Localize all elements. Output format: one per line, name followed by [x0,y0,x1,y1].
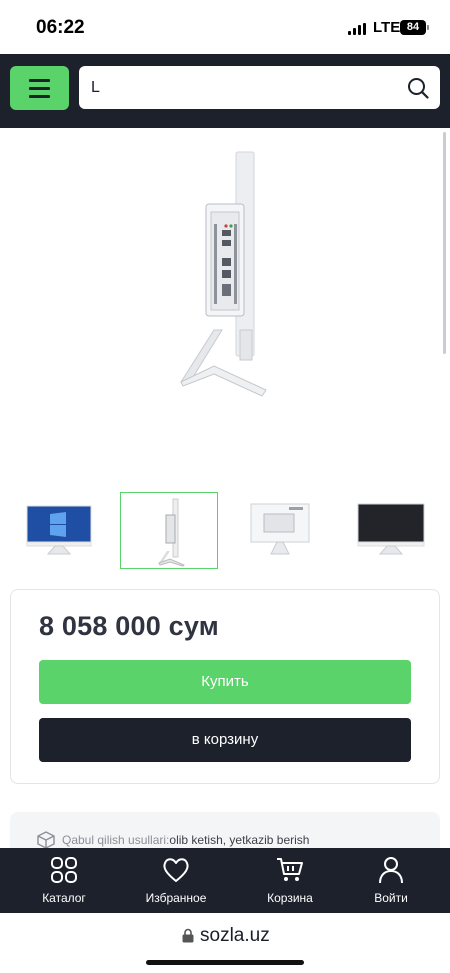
menu-button[interactable] [10,66,69,110]
bottom-navigation: Каталог Избранное Корзина Войти [0,848,450,913]
home-indicator[interactable] [146,960,304,965]
product-main-image[interactable] [0,128,450,488]
network-label: LTE [373,19,401,36]
hamburger-icon-line [29,95,50,98]
monitor-front-image [26,505,92,555]
nav-label: Каталог [42,891,86,905]
nav-label: Избранное [145,891,207,905]
lock-icon [182,928,194,943]
image-scrollbar[interactable] [443,132,446,354]
thumbnail-back-view[interactable] [231,492,329,569]
status-bar: 06:22 LTE 84 [0,0,450,54]
search-box [79,66,440,109]
thumbnail-strip [0,492,450,570]
nav-item-favorites[interactable]: Избранное [121,848,231,913]
add-to-cart-button[interactable]: в корзину [39,718,411,762]
thumbnail-front-windows[interactable] [10,492,108,569]
site-header [0,54,450,128]
battery-tip [427,25,429,30]
battery-icon: 84 [400,20,426,35]
monitor-side-view-image [180,151,267,397]
search-input[interactable] [91,66,391,109]
product-price: 8 058 000 сум [39,611,219,641]
hamburger-icon-line [29,87,50,90]
price-card: 8 058 000 сум Купить в корзину [10,589,440,784]
thumbnail-front-dark[interactable] [342,492,440,569]
cart-icon [277,858,303,881]
grid-icon [51,857,77,883]
nav-item-login[interactable]: Войти [336,848,446,913]
signal-icon [348,23,368,35]
nav-item-catalog[interactable]: Каталог [9,848,119,913]
url-text: sozla.uz [200,925,270,946]
buy-button[interactable]: Купить [39,660,411,704]
box-icon [37,831,55,849]
delivery-methods: Qabul qilish usullari:olib ketish, yetka… [62,833,309,847]
delivery-label: Qabul qilish usullari: [62,833,170,847]
thumbnail-side-view[interactable] [120,492,218,569]
delivery-value: olib ketish, yetkazib berish [169,833,310,847]
monitor-back-image [250,503,310,555]
nav-item-cart[interactable]: Корзина [235,848,345,913]
browser-address-bar[interactable]: sozla.uz [0,913,450,973]
user-icon [379,857,403,884]
monitor-dark-image [357,503,425,555]
hamburger-icon [29,79,50,82]
heart-icon [163,858,189,882]
nav-label: Войти [374,891,408,905]
monitor-side-thumb-image [158,498,185,567]
search-icon[interactable] [407,77,429,99]
status-time: 06:22 [36,17,85,38]
nav-label: Корзина [267,891,313,905]
